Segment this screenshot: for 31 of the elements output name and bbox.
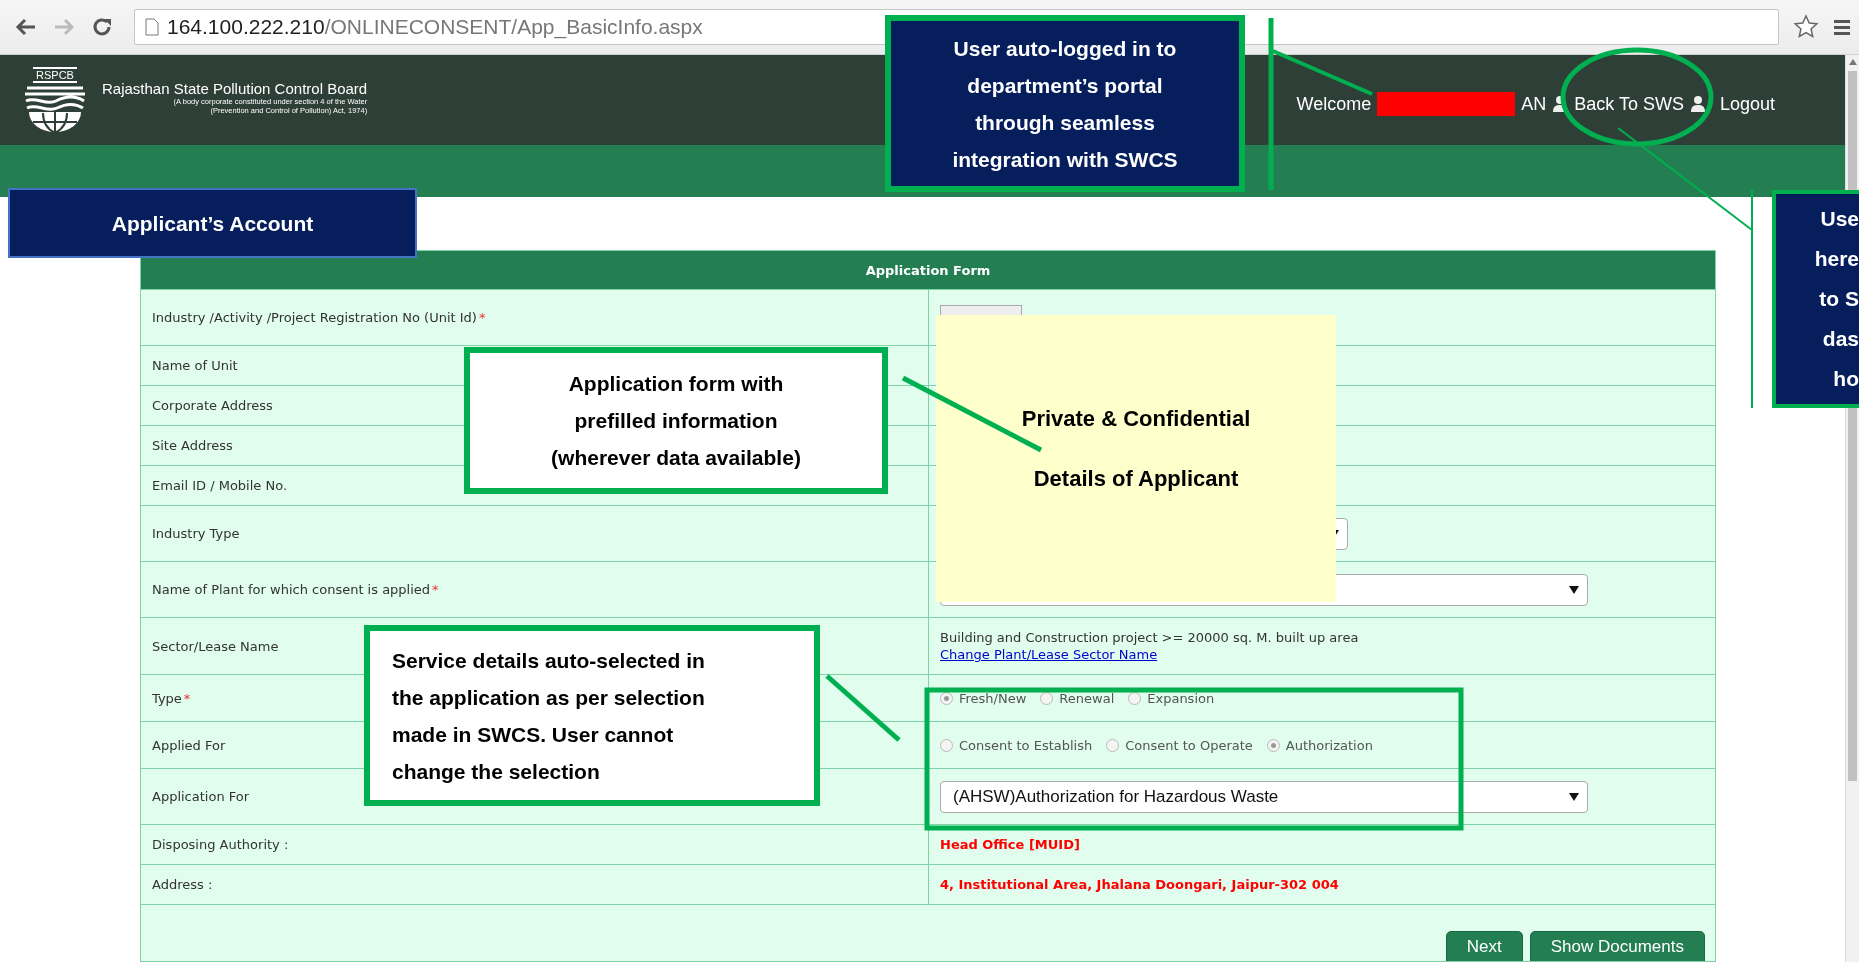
- authority-text: Head Office [MUID]: [940, 837, 1081, 852]
- sector-text: Building and Construction project >= 20000 sq. M. built up area: [940, 630, 1360, 645]
- field-label: Address :: [152, 877, 213, 892]
- annotation-text: Service details auto-selected in the application as per selection made in SWCS. User cannot change the selection: [392, 647, 705, 785]
- required-mark: *: [432, 582, 439, 597]
- field-label: Industry /Activity /Project Registration No (Unit Id): [152, 310, 477, 325]
- url-text: 164.100.222.210/ONLINECONSENT/App_BasicInfo.aspx: [167, 15, 703, 39]
- field-label: Corporate Address: [152, 398, 273, 413]
- field-label: Site Address: [152, 438, 233, 453]
- user-name-text: AN: [1521, 93, 1547, 115]
- field-label: Applied For: [152, 737, 226, 753]
- authority-text: 4, Institutional Area, Jhalana Doongari, Jaipur-302 004: [940, 877, 1340, 892]
- field-label: Name of Unit: [152, 358, 238, 373]
- annotation-text: Private & Confidential Details of Applicant: [1021, 404, 1251, 493]
- field-label: Industry Type: [152, 526, 240, 541]
- form-title-bar: Application Form: [140, 250, 1716, 290]
- annotation-text: Use here to S das ho: [1814, 206, 1859, 392]
- field-label: Application For: [152, 789, 250, 804]
- required-mark: *: [183, 690, 191, 706]
- organization-name: Rajasthan State Pollution Control Board: [102, 79, 368, 97]
- welcome-text: Welcome: [1296, 93, 1372, 115]
- logo-text: RSPCB: [33, 66, 77, 83]
- field-label: Name of Plant for which consent is applied: [152, 582, 431, 597]
- required-mark: *: [478, 310, 486, 325]
- field-label: Disposing Authority :: [152, 837, 289, 852]
- annotation-text: User auto-logged in to department’s portal through seamless integration with SWCS: [952, 35, 1178, 173]
- annotation-text: Application form with prefilled information (wherever data available): [551, 371, 801, 471]
- section-label-text: Applicant’s Account: [111, 210, 314, 237]
- field-label: Type: [152, 690, 182, 706]
- field-label: Sector/Lease Name: [152, 638, 279, 654]
- field-label: Email ID / Mobile No.: [152, 478, 288, 493]
